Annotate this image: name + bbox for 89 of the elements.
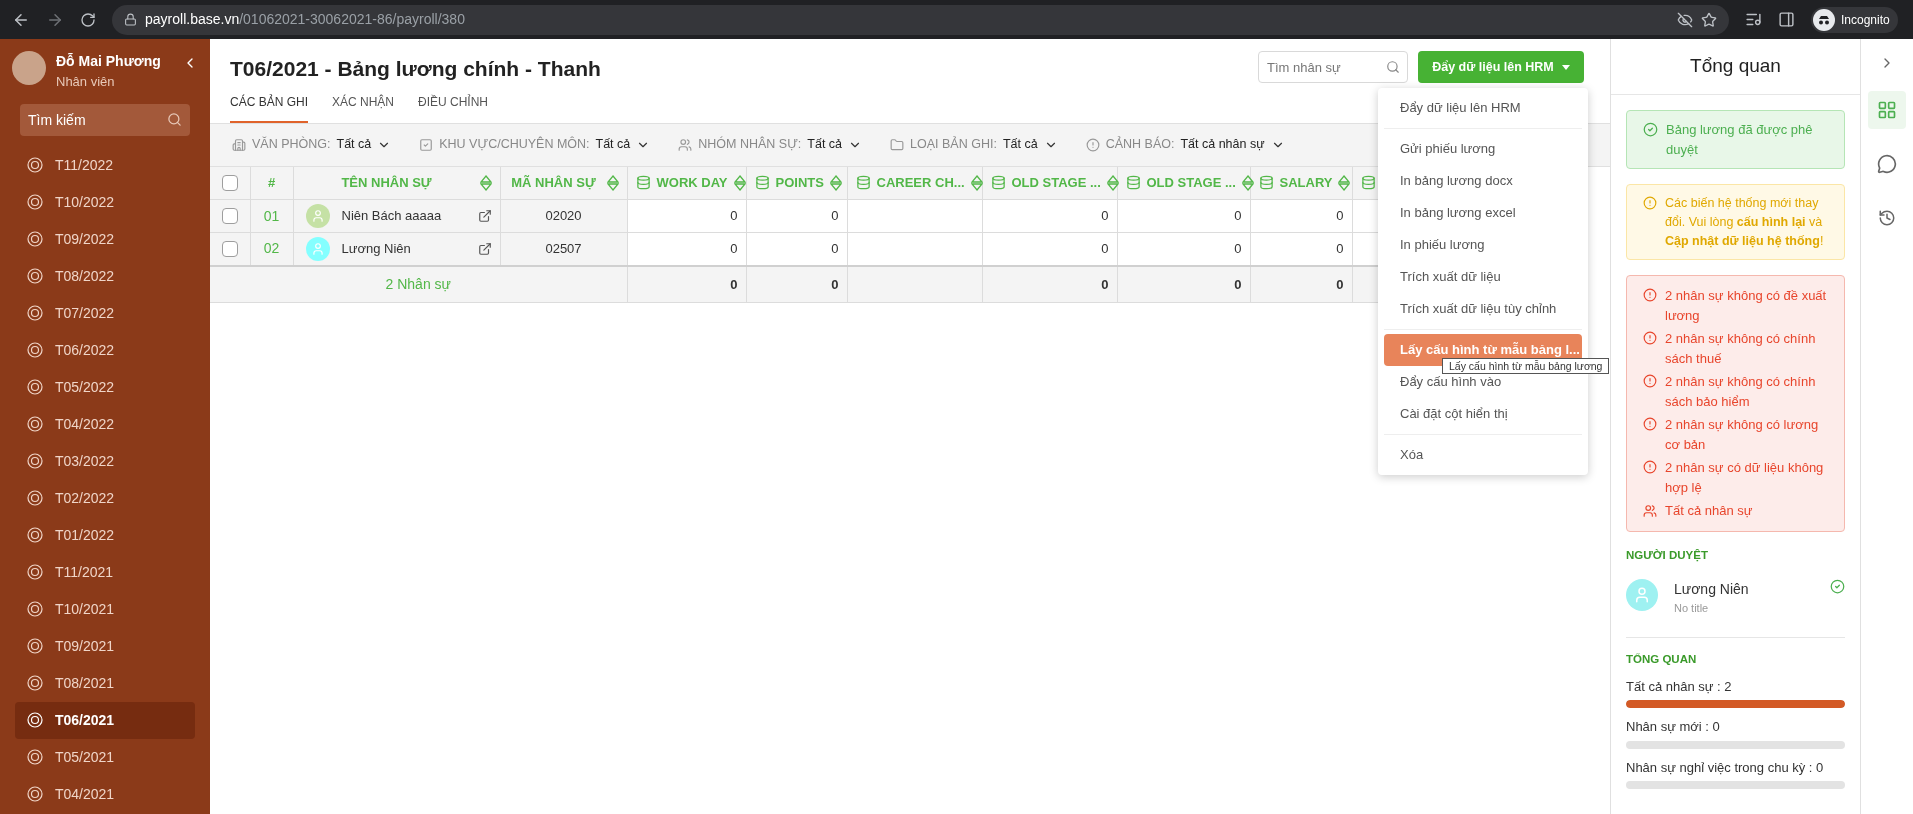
employee-code: 02507 (545, 241, 582, 256)
error-text: 2 nhân sự có dữ liệu không hợp lệ (1665, 459, 1825, 497)
column-header: OLD STAGE ... (1011, 174, 1101, 192)
search-field[interactable]: Tìm kiếm (20, 103, 190, 136)
period-item[interactable]: T11/2021 (15, 553, 195, 591)
panel-title: Tổng quan (1690, 54, 1781, 79)
period-item[interactable]: T10/2022 (15, 183, 195, 221)
tab[interactable]: ĐIỀU CHỈNH (418, 92, 489, 123)
period-item[interactable]: T05/2022 (15, 368, 195, 406)
table-cell: 0 (831, 208, 839, 224)
column-header: WORK DAY (656, 174, 728, 192)
column-header: MÃ NHÂN SỰ (510, 174, 597, 192)
menu-item[interactable]: In phiếu lương (1384, 229, 1582, 261)
user-name: Đỗ Mai Phương (56, 52, 162, 71)
menu-item[interactable]: Đẩy dữ liệu lên HRM (1384, 92, 1582, 124)
menu-item[interactable]: Gửi phiếu lương (1384, 133, 1582, 165)
page-title: T06/2021 - Bảng lương chính - Thanh (230, 56, 601, 82)
table-cell: 0 (1336, 208, 1344, 224)
column-header: TÊN NHÂN SỰ (340, 174, 433, 192)
success-alert: Bảng lương đã được phê duyệt (1626, 110, 1845, 169)
period-item[interactable]: T06/2021 (15, 701, 195, 739)
employee-code: 02020 (545, 208, 582, 224)
period-item[interactable]: T11/2022 (15, 146, 195, 184)
table-cell: 0 (730, 241, 738, 256)
profile-label: Incognito (1841, 11, 1890, 29)
table-cell: 0 (1234, 241, 1242, 256)
total-cell: 0 (1234, 276, 1242, 292)
row-number: 01 (263, 207, 280, 224)
table-cell: 0 (730, 208, 738, 224)
stat-label: Nhân sự mới : 0 (1626, 718, 1721, 737)
table-cell: 0 (831, 241, 839, 256)
total-cell: 0 (730, 276, 738, 292)
table-cell: 0 (1234, 208, 1242, 224)
filter-dropdown[interactable]: VĂN PHÒNG: Tất cả (232, 135, 392, 154)
total-label: 2 Nhân sự (385, 275, 451, 292)
period-item[interactable]: T10/2021 (15, 590, 195, 628)
total-cell: 0 (1336, 276, 1344, 292)
period-item[interactable]: T04/2022 (15, 405, 195, 443)
tooltip: Lấy cấu hình từ mẫu bảng lương (1442, 358, 1610, 374)
all-staff-link[interactable]: Tất cả nhân sự (1643, 501, 1828, 521)
total-cell: 0 (1101, 276, 1109, 292)
column-header: POINTS (775, 174, 824, 192)
profile-chip[interactable]: Incognito (1811, 6, 1898, 33)
filter-dropdown[interactable]: KHU VỰC/CHUYÊN MÔN: Tất cả (419, 135, 651, 154)
filter-dropdown[interactable]: LOẠI BẢN GHI: Tất cả (890, 135, 1058, 154)
tab[interactable]: XÁC NHẬN (332, 92, 395, 123)
period-item[interactable]: T02/2022 (15, 479, 195, 517)
period-item[interactable]: T03/2022 (15, 442, 195, 480)
address-bar[interactable]: payroll.base.vn/01062021-30062021-86/payroll/380 (112, 4, 1729, 35)
column-header: # (267, 174, 276, 192)
staff-search-field[interactable]: Tìm nhân sự (1258, 51, 1408, 83)
error-text: 2 nhân sự không có đề xuất lương (1665, 287, 1828, 325)
period-item[interactable]: T05/2021 (15, 738, 195, 776)
total-cell: 0 (831, 276, 839, 292)
error-text: 2 nhân sự không có chính sách bảo hiểm (1665, 373, 1817, 411)
stat-label: Nhân sự nghỉ việc trong chu kỳ : 0 (1626, 758, 1825, 777)
table-cell: 0 (1101, 241, 1109, 256)
period-item[interactable]: T01/2022 (15, 516, 195, 554)
warning-text: Các biến hệ thống mới thay đổi. Vui lòng cấu hình lại và Cập nhật dữ liệu hệ thống! (1665, 195, 1825, 250)
stat-label: Tất cả nhân sự : 2 (1626, 677, 1733, 696)
period-item[interactable]: T07/2022 (15, 294, 195, 332)
approver-subtitle: No title (1674, 601, 1710, 616)
period-item[interactable]: T06/2022 (15, 331, 195, 369)
column-header: CAREER CH... (876, 174, 965, 192)
menu-item[interactable]: Xóa (1384, 439, 1582, 471)
period-item[interactable]: T08/2022 (15, 257, 195, 295)
approver-name: Lương Niên (1674, 580, 1750, 599)
period-item[interactable]: T09/2022 (15, 220, 195, 258)
section-title: NGƯỜI DUYỆT (1626, 547, 1709, 564)
user-role: Nhân viên (56, 73, 116, 91)
period-item[interactable]: T09/2021 (15, 627, 195, 665)
menu-item[interactable]: In bảng lương excel (1384, 197, 1582, 229)
error-text: 2 nhân sự không có chính sách thuế (1665, 330, 1817, 368)
row-number: 02 (263, 240, 280, 257)
period-item[interactable]: T08/2021 (15, 664, 195, 702)
filter-dropdown[interactable]: CẢNH BÁO: Tất cả nhân sự (1085, 135, 1285, 154)
column-header: SALARY (1279, 174, 1333, 192)
table-cell: 0 (1336, 241, 1344, 256)
table-cell: 0 (1101, 208, 1109, 224)
section-title: TỔNG QUAN (1626, 651, 1698, 667)
menu-item[interactable]: Trích xuất dữ liệu tùy chỉnh (1384, 293, 1582, 325)
period-item[interactable]: T04/2021 (15, 775, 195, 813)
column-header: OLD STAGE ... (1146, 174, 1236, 192)
error-text: 2 nhân sự không có lương cơ bản (1665, 416, 1820, 454)
menu-item[interactable]: Cài đặt cột hiển thị (1384, 398, 1582, 430)
filter-dropdown[interactable]: NHÓM NHÂN SỰ: Tất cả (678, 135, 863, 154)
menu-item[interactable]: In bảng lương docx (1384, 165, 1582, 197)
menu-item[interactable]: Trích xuất dữ liệu (1384, 261, 1582, 293)
url-text: payroll.base.vn/01062021-30062021-86/payroll/380 (145, 10, 466, 29)
